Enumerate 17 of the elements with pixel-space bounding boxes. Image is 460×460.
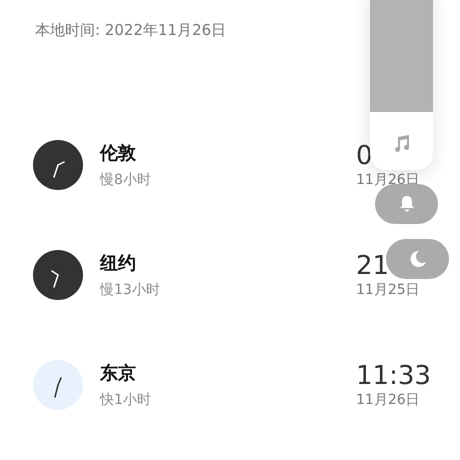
- ring-mode-button[interactable]: [375, 184, 438, 224]
- city-name: 东京: [100, 362, 137, 385]
- volume-panel[interactable]: [370, 0, 433, 170]
- music-note-icon: [392, 133, 412, 153]
- city-time: 0: [356, 141, 373, 171]
- city-time: 11:33: [356, 361, 431, 391]
- local-date: 本地时间: 2022年11月26日: [35, 21, 226, 40]
- time-offset: 快1小时: [100, 391, 152, 409]
- do-not-disturb-button[interactable]: [386, 239, 449, 279]
- city-time: 21: [356, 251, 390, 281]
- city-date: 11月26日: [356, 391, 420, 409]
- city-date: 11月25日: [356, 281, 420, 299]
- city-name: 纽约: [100, 252, 137, 275]
- time-offset: 慢8小时: [100, 171, 152, 189]
- time-offset: 慢13小时: [100, 281, 161, 299]
- city-name: 伦敦: [100, 142, 137, 165]
- moon-icon: [408, 249, 428, 269]
